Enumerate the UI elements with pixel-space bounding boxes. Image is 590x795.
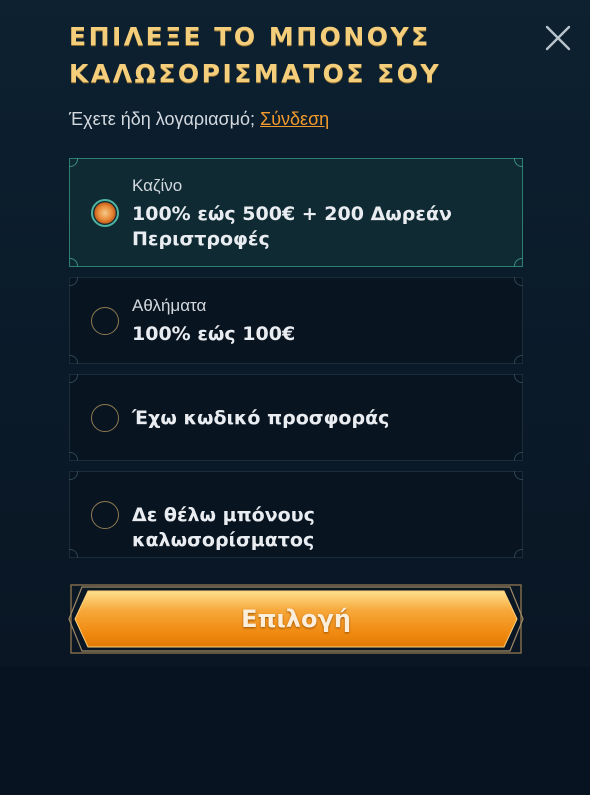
option-casino-label: Καζίνο bbox=[132, 176, 183, 195]
select-button-label[interactable]: Επιλογή bbox=[68, 583, 524, 655]
option-promo-code-label: Έχω κωδικό προσφοράς bbox=[132, 407, 390, 429]
close-icon bbox=[545, 25, 571, 51]
close-button[interactable] bbox=[542, 22, 574, 54]
page-background bbox=[0, 667, 590, 795]
title-line-1: ΕΠΙΛΕΞΕ ΤΟ ΜΠΟΝΟΥΣ bbox=[69, 22, 431, 51]
radio-selected-icon[interactable] bbox=[91, 199, 119, 227]
option-sports-value: 100% εώς 100€ bbox=[132, 323, 296, 345]
option-sports-label: Αθλήματα bbox=[132, 296, 207, 315]
radio-empty-icon[interactable] bbox=[91, 404, 119, 432]
login-prompt: Έχετε ήδη λογαριασμό; Σύνδεση bbox=[69, 109, 329, 130]
title-line-2: ΚΑΛΩΣΟΡΙΣΜΑΤΟΣ ΣΟΥ bbox=[69, 59, 442, 88]
bonus-modal: ΕΠΙΛΕΞΕ ΤΟ ΜΠΟΝΟΥΣ ΚΑΛΩΣΟΡΙΣΜΑΤΟΣ ΣΟΥ Έχ… bbox=[0, 0, 590, 667]
option-promo-code[interactable]: Έχω κωδικό προσφοράς bbox=[69, 374, 523, 461]
radio-empty-icon[interactable] bbox=[91, 501, 119, 529]
radio-empty-icon[interactable] bbox=[91, 307, 119, 335]
option-no-bonus[interactable]: Δε θέλω μπόνους καλωσορίσματος bbox=[69, 471, 523, 558]
option-sports[interactable]: Αθλήματα 100% εώς 100€ bbox=[69, 277, 523, 364]
option-casino-value: 100% εώς 500€ + 200 Δωρεάν Περιστροφές bbox=[132, 203, 452, 250]
option-casino[interactable]: Καζίνο 100% εώς 500€ + 200 Δωρεάν Περιστ… bbox=[69, 158, 523, 267]
option-no-bonus-label: Δε θέλω μπόνους καλωσορίσματος bbox=[132, 504, 315, 551]
modal-title: ΕΠΙΛΕΞΕ ΤΟ ΜΠΟΝΟΥΣ ΚΑΛΩΣΟΡΙΣΜΑΤΟΣ ΣΟΥ bbox=[69, 18, 509, 92]
select-button[interactable]: Επιλογή bbox=[68, 583, 524, 655]
login-link[interactable]: Σύνδεση bbox=[260, 109, 329, 129]
login-prompt-text: Έχετε ήδη λογαριασμό; bbox=[69, 109, 261, 129]
